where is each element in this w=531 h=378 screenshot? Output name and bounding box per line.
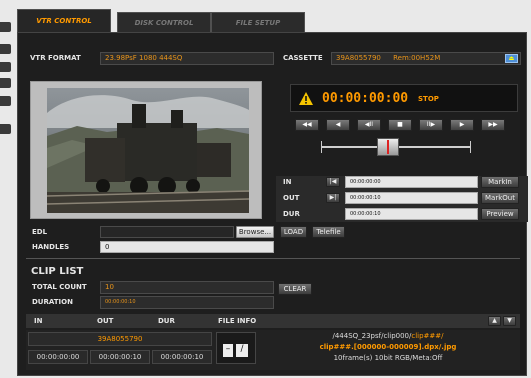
preview-button[interactable]: Preview xyxy=(481,208,519,220)
video-frame xyxy=(47,88,249,213)
cassette-label: CASSETTE xyxy=(283,54,323,62)
scroll-down-icon[interactable]: ▼ xyxy=(503,316,516,326)
clip-list-title: CLIP LIST xyxy=(31,266,84,277)
load-button[interactable]: LOAD xyxy=(280,226,307,238)
row-dur: 00:00:00:10 xyxy=(152,350,212,364)
fast-forward-button[interactable]: ▶▶ xyxy=(481,119,505,131)
row-out: 00:00:00:10 xyxy=(90,350,150,364)
thumbnail-icon: ∕ xyxy=(236,344,248,357)
edge-tab[interactable] xyxy=(0,124,11,134)
handles-field[interactable]: 0 xyxy=(100,241,274,253)
row-thumbnail: – ∕ xyxy=(216,332,256,364)
file-pattern: clip###.[000000-000009].dpx/.jpg xyxy=(319,343,457,351)
video-preview xyxy=(30,81,262,219)
duration-value: 00:00:00:10 xyxy=(100,296,274,309)
row-cassette: 39A8055790 xyxy=(28,332,212,346)
goto-out-icon[interactable]: ▶| xyxy=(326,193,340,203)
tab-bar: VTR CONTROL DISK CONTROL FILE SETUP xyxy=(13,6,531,32)
telefile-button[interactable]: Telefile xyxy=(312,226,345,238)
table-row[interactable]: 39A8055790 00:00:00:00 00:00:00:10 00:00… xyxy=(26,330,520,370)
file-path-prefix: /444SQ_23psf/clip000/ xyxy=(332,332,412,340)
shuttle-handle[interactable] xyxy=(377,138,399,156)
stop-button[interactable]: ■ xyxy=(388,119,412,131)
shuttle-tick xyxy=(321,141,322,153)
play-button[interactable]: ▶ xyxy=(450,119,474,131)
rewind-button[interactable]: ◀◀ xyxy=(295,119,319,131)
column-file-info: FILE INFO xyxy=(218,317,257,325)
vtr-control-panel: VTR FORMAT 23.98PsF 1080 444SQ CASSETTE … xyxy=(17,32,528,376)
vtr-format-label: VTR FORMAT xyxy=(30,54,81,62)
cassette-remaining: Rem:00H52M xyxy=(393,54,441,62)
handles-label: HANDLES xyxy=(32,243,70,251)
eject-icon[interactable]: ⏏ xyxy=(505,54,518,63)
markout-button[interactable]: MarkOut xyxy=(481,192,519,204)
shuttle-tick xyxy=(470,141,471,153)
edge-tab[interactable] xyxy=(0,44,11,54)
edl-field[interactable] xyxy=(100,226,234,238)
tab-disk-control[interactable]: DISK CONTROL xyxy=(117,12,211,32)
timecode-display: 00:00:00:00 STOP xyxy=(290,84,518,112)
cassette-id: 39A8055790 xyxy=(336,54,381,62)
clear-button[interactable]: CLEAR xyxy=(278,283,312,295)
vtr-format-value: 23.98PsF 1080 444SQ xyxy=(100,52,274,65)
shuttle-marker xyxy=(387,140,389,154)
tab-vtr-control[interactable]: VTR CONTROL xyxy=(17,9,111,32)
timecode-value: 00:00:00:00 xyxy=(322,91,409,106)
total-count-value: 10 xyxy=(100,281,274,294)
scroll-up-icon[interactable]: ▲ xyxy=(488,316,501,326)
in-label: IN xyxy=(283,178,292,186)
frame-forward-button[interactable]: II▶ xyxy=(419,119,443,131)
shuttle-slider[interactable] xyxy=(321,137,471,157)
frame-back-button[interactable]: ◀II xyxy=(357,119,381,131)
transport-status: STOP xyxy=(418,95,439,103)
markin-button[interactable]: MarkIn xyxy=(481,176,519,188)
tab-file-setup[interactable]: FILE SETUP xyxy=(211,12,305,32)
file-meta: 10frame(s) 10bit RGB/Meta:Off xyxy=(333,354,443,362)
row-in: 00:00:00:00 xyxy=(28,350,88,364)
cassette-field: 39A8055790 Rem:00H52M ⏏ xyxy=(331,52,521,65)
total-count-label: TOTAL COUNT xyxy=(32,283,87,291)
dur-label: DUR xyxy=(283,210,300,218)
divider xyxy=(26,258,520,259)
column-in: IN xyxy=(34,317,43,325)
in-timecode-field[interactable]: 00:00:00:00 xyxy=(345,176,478,188)
thumbnail-icon: – xyxy=(223,344,233,357)
step-back-button[interactable]: ◀ xyxy=(326,119,350,131)
edl-label: EDL xyxy=(32,228,48,236)
duration-label: DURATION xyxy=(32,298,73,306)
dur-timecode-field[interactable]: 00:00:00:10 xyxy=(345,208,478,220)
file-path-pattern: clip###/ xyxy=(411,332,444,340)
warning-icon xyxy=(299,92,313,105)
row-file-info: /444SQ_23psf/clip000/clip###/ clip###.[0… xyxy=(258,331,518,367)
edge-tab[interactable] xyxy=(0,96,11,106)
out-label: OUT xyxy=(283,194,300,202)
left-edge-strip xyxy=(0,0,12,378)
edge-tab[interactable] xyxy=(0,22,11,32)
edge-tab[interactable] xyxy=(0,78,11,88)
column-dur: DUR xyxy=(158,317,175,325)
goto-in-icon[interactable]: |◀ xyxy=(326,177,340,187)
out-timecode-field[interactable]: 00:00:00:10 xyxy=(345,192,478,204)
browse-button[interactable]: Browse... xyxy=(236,226,274,238)
edge-tab[interactable] xyxy=(0,62,11,72)
column-out: OUT xyxy=(97,317,114,325)
